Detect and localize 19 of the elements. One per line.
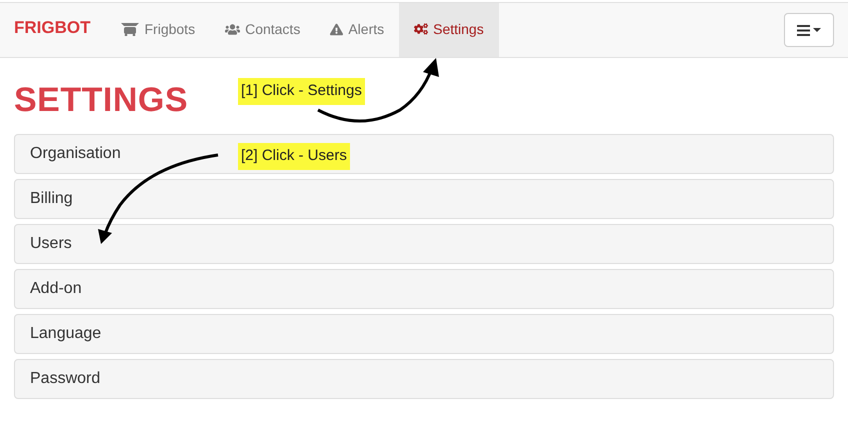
nav-tab[interactable]: Alerts: [315, 3, 400, 57]
users-icon: [225, 22, 240, 36]
settings-panel[interactable]: Billing: [14, 179, 834, 219]
nav-tab[interactable]: Frigbots: [104, 3, 210, 57]
settings-panel[interactable]: Password: [14, 359, 834, 399]
page-heading: SETTINGS: [14, 80, 188, 120]
gears-icon: [414, 22, 428, 36]
menu-button[interactable]: [784, 13, 834, 47]
annotation-label: [1] Click - Settings: [238, 78, 365, 104]
caret-icon: [813, 28, 821, 32]
settings-panel[interactable]: Add-on: [14, 269, 834, 309]
nav-tab[interactable]: Contacts: [210, 3, 316, 57]
warning-icon: [330, 22, 344, 36]
settings-panel[interactable]: Language: [14, 314, 834, 354]
nav-tab[interactable]: Settings: [399, 3, 499, 57]
menu-icon: [797, 24, 810, 36]
settings-panel[interactable]: Users: [14, 224, 834, 264]
brand-logo[interactable]: FRIGBOT: [14, 15, 90, 45]
annotation-label: [2] Click - Users: [238, 143, 350, 170]
